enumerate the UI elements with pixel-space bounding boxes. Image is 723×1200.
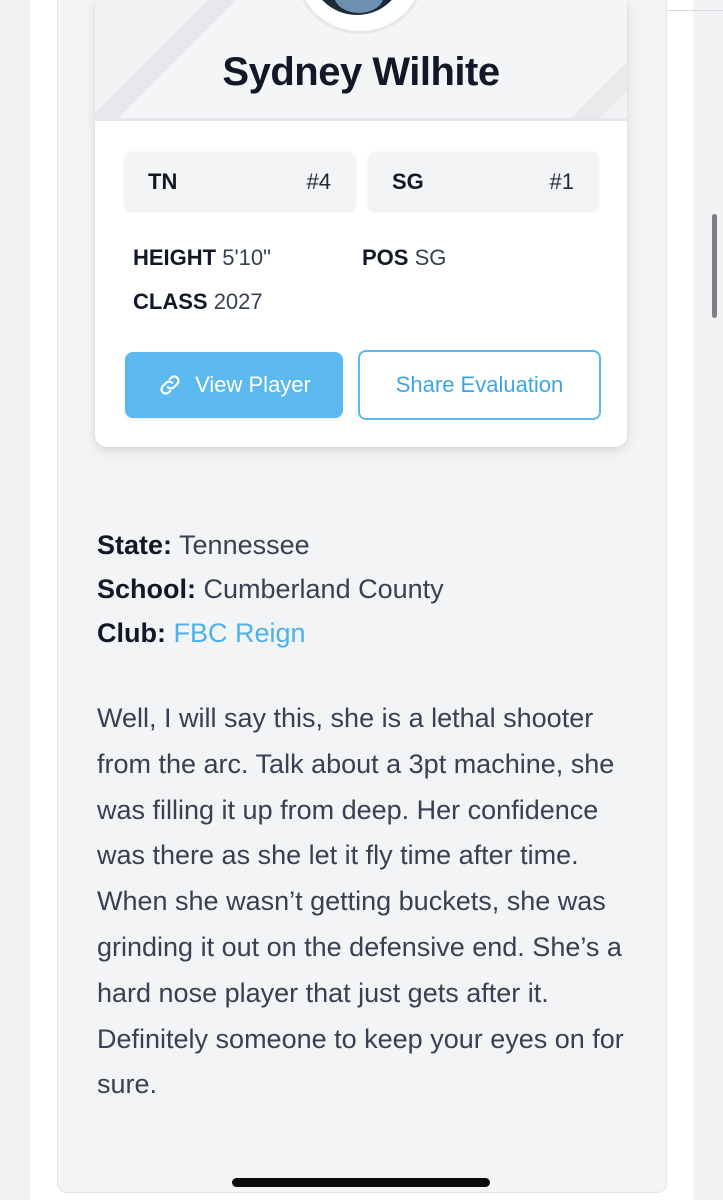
club-label: Club:	[97, 618, 166, 648]
position-rank-badge: SG #1	[369, 152, 598, 210]
position-value: SG	[414, 245, 447, 270]
height-value: 5'10"	[222, 245, 271, 270]
club-line: Club: FBC Reign	[97, 618, 306, 649]
home-indicator[interactable]	[232, 1178, 490, 1187]
state-rank-badge: TN #4	[125, 152, 355, 210]
school-label: School:	[97, 574, 196, 604]
avatar-photo	[310, 0, 404, 15]
state-rank-label: TN	[148, 169, 178, 194]
state-rank-value: #4	[306, 169, 331, 194]
player-name: Sydney Wilhite	[222, 50, 500, 94]
divider	[660, 10, 723, 11]
club-link[interactable]: FBC Reign	[174, 618, 306, 648]
card-header: Sydney Wilhite	[95, 0, 627, 121]
avatar	[297, 0, 423, 34]
state-line: State: Tennessee	[97, 530, 310, 561]
position-label: POS	[362, 245, 409, 270]
left-gutter	[0, 0, 30, 1200]
position-rank-label: SG	[392, 169, 424, 194]
height-label: HEIGHT	[133, 245, 217, 270]
scrollbar[interactable]	[712, 214, 717, 318]
state-value: Tennessee	[179, 530, 310, 560]
school-line: School: Cumberland County	[97, 574, 444, 605]
right-gutter	[693, 0, 723, 1200]
school-value: Cumberland County	[203, 574, 444, 604]
link-icon	[160, 375, 180, 395]
position-stat: POS SG	[362, 245, 446, 271]
height-stat: HEIGHT 5'10"	[133, 245, 271, 271]
position-rank-value: #1	[549, 169, 574, 194]
class-value: 2027	[213, 289, 263, 314]
class-stat: CLASS 2027	[133, 289, 263, 315]
share-evaluation-label: Share Evaluation	[395, 372, 564, 397]
view-player-label: View Player	[195, 372, 311, 397]
evaluation-text: Well, I will say this, she is a lethal s…	[97, 703, 624, 1100]
class-label: CLASS	[133, 289, 208, 314]
share-evaluation-button[interactable]: Share Evaluation	[358, 350, 601, 420]
view-player-button[interactable]: View Player	[125, 352, 343, 418]
state-label: State:	[97, 530, 173, 560]
